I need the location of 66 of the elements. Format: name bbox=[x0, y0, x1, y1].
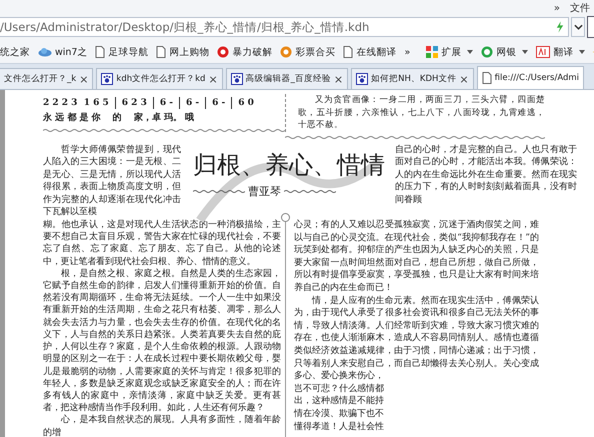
tab-title: 如何把NH、KDH文件 bbox=[371, 73, 456, 85]
author-name: 曹亚琴 bbox=[248, 186, 281, 198]
bookmark-link[interactable]: 统之家 bbox=[0, 46, 30, 58]
bookmark-link[interactable]: 在线翻译 bbox=[343, 46, 396, 58]
address-field[interactable]: /Users/Administrator/Desktop/归根_养心_惜情/归根_养心_惜情.kdh bbox=[0, 17, 569, 37]
article-paragraph: 情，是人应有的生命元素。然而在现实生活中，傅佩荣认为，由于现代人承受了很多社会资讯和很多自己无法关怀的事情，导致人情淡薄。人们经常听到灾难，导致大家习惯灾难的存在，也使人渐渐麻木，造成人不容易同情别人。感情也遵循类似经济效益递减规律，由于习惯，同情心递减；出于习惯，只等着别人来安慰自己，而自己却懒得去关心别人。关心变成多心、爱心换来伤心， bbox=[294, 294, 539, 383]
page-icon bbox=[343, 46, 354, 58]
logo-icon bbox=[280, 46, 292, 58]
page-icon bbox=[95, 46, 106, 58]
article-paragraph: 根，是自然之根、家庭之根。自然是人类的生态家园，它赋予自然生命的韵律，启发人们懂得重新开始的价值。自然若没有周期循环，生命将无法延续。一个人一生中如果没有重新开始的生活周期，生命之花只有枯萎、凋零，那么人就会失去活力与力量，也会失去生存的价值。在现代化的名义下，人与自然的关系日趋紧张。人类若真要失去自然的庇护，人何以生存？家庭，是个人生命依赖的根源。人跟动物明显的区别之一在于：人在成长过程中要长期依赖父母，婴儿是最脆弱的动物，人需要家庭的关怀与肯定！很多犯罪的年轻人，多数是缺乏家庭观念或缺乏家庭安全的人；而在许多有钱人的家庭中，亲情淡薄，家庭中缺乏关爱。更有甚者，把这种感情当作手段利用。如此，人生还有何乐趣？ bbox=[43, 268, 281, 414]
toolbar-menu-button[interactable]: 扩展 bbox=[426, 46, 474, 58]
toolbar-menu-button[interactable]: 网银 bbox=[481, 46, 528, 58]
bookmark-link[interactable]: 彩票合买 bbox=[280, 46, 336, 58]
toolbar-menu-button[interactable]: 翻译 bbox=[536, 46, 586, 58]
page-icon bbox=[156, 46, 166, 58]
text-line: 懂得孝道！人是社会性 bbox=[294, 420, 385, 434]
article-paragraph: 哲学大师傅佩荣曾提到，现代人陷入的三大困境：一是无根、二是无心、三是无情，所以现代人活得很累，表面上物质高度文明，但作为完整的人却逐渐在现代化冲击下瓦解以至模 bbox=[43, 144, 182, 220]
tab-title: 高级编辑器_百度经验 bbox=[246, 73, 331, 85]
music-notation: 2 2 2 3 1 6 5 6 2 3 6 - 6 - 6 - 6 0 bbox=[43, 96, 255, 111]
tab-title: file:///C:/Users/Admi bbox=[494, 73, 580, 83]
bookmark-link[interactable]: win7之 bbox=[38, 46, 88, 58]
caret-icon bbox=[522, 50, 528, 54]
close-button[interactable]: × bbox=[334, 72, 344, 86]
browser-tab[interactable]: 如何把NH、KDH文件 × bbox=[351, 68, 474, 89]
close-button[interactable]: × bbox=[208, 72, 218, 86]
translate-icon bbox=[536, 46, 550, 58]
caret-icon bbox=[579, 50, 586, 54]
wavy-line bbox=[284, 189, 336, 194]
file-menu[interactable]: 文件 bbox=[570, 1, 590, 15]
article-paragraph: 自己的心时，才是完整的自己。人也只有敢于面对自己的心时，才能活出本我。傅佩荣说：人的内在生命远比外在生命重要。然而在现实的压力下，有的人时时刻刻戴着面具，没有时间眷顾 bbox=[395, 144, 578, 207]
bookmarks-overflow-button[interactable]: » bbox=[404, 46, 410, 58]
browser-tab[interactable]: 文件怎么打开？_k × bbox=[0, 68, 94, 89]
text-line: 情在冷漠、欺骗下也不 bbox=[294, 408, 385, 421]
tab-title: 文件怎么打开？_k bbox=[4, 73, 76, 85]
toolbar-button[interactable] bbox=[587, 16, 594, 38]
cloud-icon bbox=[38, 47, 52, 57]
bookmark-link[interactable]: 网上购物 bbox=[156, 46, 210, 58]
logo-icon bbox=[217, 46, 230, 58]
menu-overflow-button[interactable]: » bbox=[554, 2, 560, 14]
paw-icon bbox=[101, 73, 114, 85]
caret-icon bbox=[574, 24, 582, 30]
article-paragraph: 心灵；有的人又难以忍受孤独寂寞，沉迷于酒肉假笑之间，难以与自己的心灵交流。在现代社会，类似“我抑郁我存在！”的玩笑到处都有。抑郁症的产生也因为人缺乏内心的关照，只是要大家留一点时间坦然面对自己，想自己所想，做自己所做，所以有时提倡享受寂寞，享受孤独，也只是让大家有时间来培养自己的内在生命而已！ bbox=[294, 219, 539, 295]
text-line: 出，这种感情是不能持 bbox=[294, 395, 385, 408]
dropdown-button[interactable] bbox=[571, 17, 585, 37]
song-lyrics: 永 远 都 是 你 的 家，卓 玛。 哦 bbox=[43, 112, 196, 125]
wavy-line bbox=[193, 189, 245, 194]
text-line: 岂不可悲？什么感情都 bbox=[294, 382, 385, 396]
bookmark-link[interactable]: 暴力破解 bbox=[217, 46, 272, 58]
close-button[interactable]: × bbox=[79, 72, 88, 86]
browser-tab[interactable]: 高级编辑器_百度经验 × bbox=[226, 68, 348, 89]
paw-icon bbox=[230, 73, 243, 85]
article-title: 归根、养心、惜情 bbox=[193, 150, 385, 180]
column-marker bbox=[281, 213, 290, 222]
tab-title: kdh文件怎么打开？kd bbox=[116, 73, 206, 85]
caret-icon bbox=[467, 50, 474, 54]
shield-icon bbox=[481, 46, 494, 58]
close-button[interactable]: × bbox=[459, 72, 469, 86]
paw-icon bbox=[356, 73, 368, 85]
grid-icon bbox=[426, 46, 438, 58]
page-icon bbox=[482, 72, 492, 84]
bookmark-link[interactable]: 足球导航 bbox=[95, 46, 148, 58]
side-box-text: 又为贪官画像：一身二用，两面三刀，三头六臂，四面楚歌，五斗折腰，六亲惟认，七上八下，八面玲珑，九霄难逃，十恶不赦。 bbox=[285, 94, 545, 132]
lightning-icon[interactable] bbox=[556, 21, 564, 33]
browser-tab[interactable]: kdh文件怎么打开？kd × bbox=[96, 68, 223, 89]
article-paragraph: 心，是本我自然状态的展现。人具有多面性，随着年龄的增 bbox=[43, 414, 281, 437]
browser-tab[interactable]: file:///C:/Users/Admi bbox=[476, 66, 584, 89]
